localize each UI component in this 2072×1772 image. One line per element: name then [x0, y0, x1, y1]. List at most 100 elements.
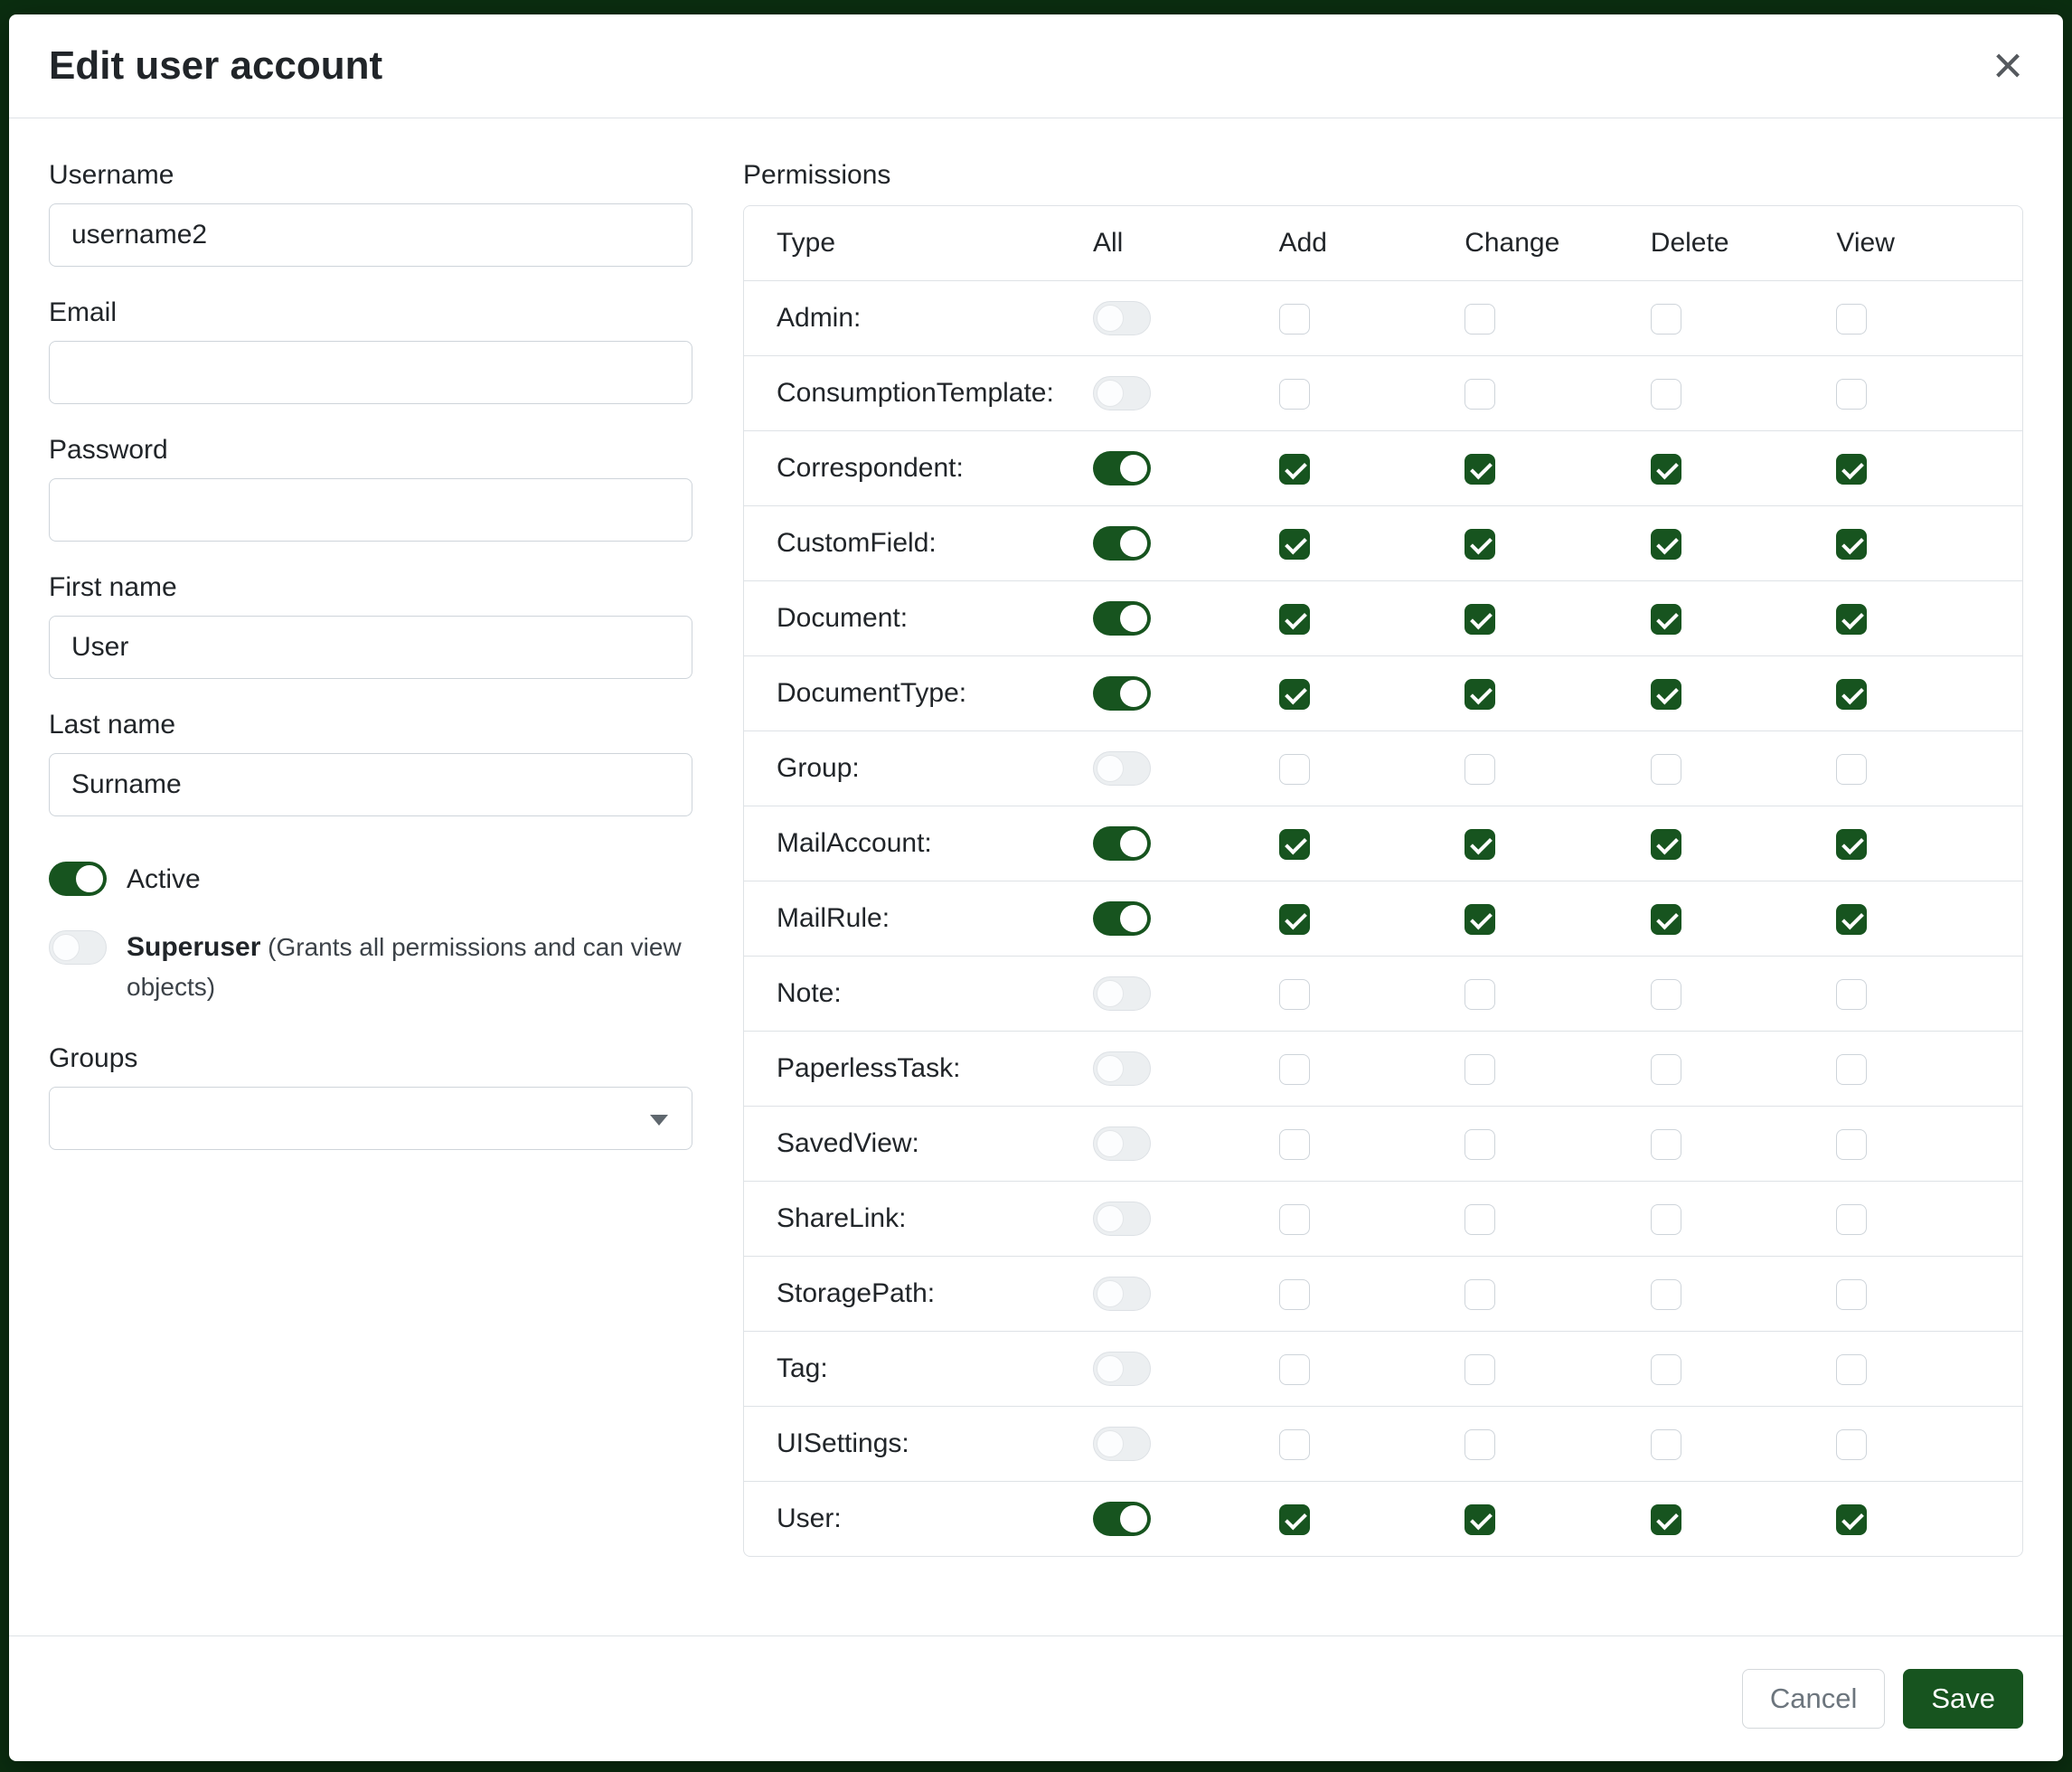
- permission-all-toggle[interactable]: [1093, 676, 1151, 711]
- permission-all-toggle[interactable]: [1093, 751, 1151, 786]
- permission-add-checkbox[interactable]: [1279, 1279, 1310, 1310]
- permission-all-toggle[interactable]: [1093, 1352, 1151, 1386]
- cancel-button[interactable]: Cancel: [1742, 1669, 1886, 1729]
- permission-view-checkbox[interactable]: [1836, 679, 1867, 710]
- password-field[interactable]: [49, 478, 692, 542]
- permission-delete-checkbox[interactable]: [1651, 604, 1681, 635]
- permission-all-toggle[interactable]: [1093, 376, 1151, 410]
- permission-change-checkbox[interactable]: [1465, 1204, 1495, 1235]
- permission-add-checkbox[interactable]: [1279, 679, 1310, 710]
- column-header-type: Type: [744, 206, 1093, 281]
- permission-delete-checkbox[interactable]: [1651, 1054, 1681, 1085]
- permission-all-toggle[interactable]: [1093, 1277, 1151, 1311]
- permission-view-checkbox[interactable]: [1836, 454, 1867, 485]
- superuser-toggle[interactable]: [49, 930, 107, 965]
- permission-delete-checkbox[interactable]: [1651, 979, 1681, 1010]
- email-field[interactable]: [49, 341, 692, 404]
- permission-add-checkbox[interactable]: [1279, 529, 1310, 560]
- permission-view-checkbox[interactable]: [1836, 529, 1867, 560]
- permission-change-checkbox[interactable]: [1465, 1279, 1495, 1310]
- permission-add-checkbox[interactable]: [1279, 979, 1310, 1010]
- permission-view-checkbox[interactable]: [1836, 604, 1867, 635]
- permission-view-checkbox[interactable]: [1836, 1054, 1867, 1085]
- permission-change-checkbox[interactable]: [1465, 1504, 1495, 1535]
- permission-change-checkbox[interactable]: [1465, 829, 1495, 860]
- permission-add-checkbox[interactable]: [1279, 454, 1310, 485]
- permission-delete-checkbox[interactable]: [1651, 304, 1681, 335]
- permission-view-checkbox[interactable]: [1836, 1354, 1867, 1385]
- permission-view-checkbox[interactable]: [1836, 379, 1867, 410]
- permission-delete-checkbox[interactable]: [1651, 529, 1681, 560]
- permission-add-checkbox[interactable]: [1279, 1054, 1310, 1085]
- permission-add-checkbox[interactable]: [1279, 904, 1310, 935]
- permission-delete-checkbox[interactable]: [1651, 1354, 1681, 1385]
- permission-all-toggle[interactable]: [1093, 1202, 1151, 1236]
- permission-all-toggle[interactable]: [1093, 1051, 1151, 1086]
- permission-delete-checkbox[interactable]: [1651, 1204, 1681, 1235]
- permission-all-toggle[interactable]: [1093, 526, 1151, 561]
- permission-add-checkbox[interactable]: [1279, 379, 1310, 410]
- permission-delete-checkbox[interactable]: [1651, 679, 1681, 710]
- permission-view-checkbox[interactable]: [1836, 304, 1867, 335]
- permission-delete-checkbox[interactable]: [1651, 1429, 1681, 1460]
- permission-add-checkbox[interactable]: [1279, 1354, 1310, 1385]
- last-name-field[interactable]: [49, 753, 692, 816]
- permission-view-checkbox[interactable]: [1836, 1279, 1867, 1310]
- username-input[interactable]: [49, 203, 692, 267]
- permission-change-checkbox[interactable]: [1465, 304, 1495, 335]
- permission-all-toggle[interactable]: [1093, 451, 1151, 485]
- permission-row: User:: [744, 1482, 2022, 1557]
- permission-view-checkbox[interactable]: [1836, 1129, 1867, 1160]
- close-icon[interactable]: ×: [1992, 45, 2023, 87]
- active-toggle[interactable]: [49, 862, 107, 896]
- permission-add-checkbox[interactable]: [1279, 1129, 1310, 1160]
- permission-change-checkbox[interactable]: [1465, 1354, 1495, 1385]
- permission-delete-checkbox[interactable]: [1651, 829, 1681, 860]
- permission-view-checkbox[interactable]: [1836, 829, 1867, 860]
- permission-delete-checkbox[interactable]: [1651, 1279, 1681, 1310]
- permission-change-checkbox[interactable]: [1465, 1129, 1495, 1160]
- permission-all-toggle[interactable]: [1093, 1427, 1151, 1461]
- permission-delete-checkbox[interactable]: [1651, 1504, 1681, 1535]
- permission-add-checkbox[interactable]: [1279, 304, 1310, 335]
- permission-add-checkbox[interactable]: [1279, 829, 1310, 860]
- permission-all-toggle[interactable]: [1093, 301, 1151, 335]
- permission-all-toggle[interactable]: [1093, 901, 1151, 936]
- permission-change-checkbox[interactable]: [1465, 604, 1495, 635]
- groups-select[interactable]: [49, 1087, 692, 1150]
- permission-change-checkbox[interactable]: [1465, 1054, 1495, 1085]
- save-button[interactable]: Save: [1903, 1669, 2023, 1729]
- permission-change-checkbox[interactable]: [1465, 904, 1495, 935]
- permission-change-checkbox[interactable]: [1465, 379, 1495, 410]
- permission-view-checkbox[interactable]: [1836, 1204, 1867, 1235]
- permission-change-checkbox[interactable]: [1465, 1429, 1495, 1460]
- permission-view-checkbox[interactable]: [1836, 904, 1867, 935]
- permission-change-checkbox[interactable]: [1465, 679, 1495, 710]
- permission-all-toggle[interactable]: [1093, 976, 1151, 1011]
- permission-add-checkbox[interactable]: [1279, 1204, 1310, 1235]
- permission-change-checkbox[interactable]: [1465, 979, 1495, 1010]
- permission-all-toggle[interactable]: [1093, 826, 1151, 861]
- permission-delete-checkbox[interactable]: [1651, 454, 1681, 485]
- permission-delete-checkbox[interactable]: [1651, 379, 1681, 410]
- first-name-field[interactable]: [49, 616, 692, 679]
- permission-delete-checkbox[interactable]: [1651, 754, 1681, 785]
- permission-change-checkbox[interactable]: [1465, 529, 1495, 560]
- permission-delete-checkbox[interactable]: [1651, 1129, 1681, 1160]
- permission-add-checkbox[interactable]: [1279, 1429, 1310, 1460]
- permission-view-checkbox[interactable]: [1836, 979, 1867, 1010]
- permission-view-checkbox[interactable]: [1836, 1504, 1867, 1535]
- permission-view-checkbox[interactable]: [1836, 1429, 1867, 1460]
- permission-change-checkbox[interactable]: [1465, 754, 1495, 785]
- permission-add-checkbox[interactable]: [1279, 604, 1310, 635]
- permission-all-toggle[interactable]: [1093, 1126, 1151, 1161]
- permission-all-toggle[interactable]: [1093, 1502, 1151, 1536]
- permission-change-checkbox[interactable]: [1465, 454, 1495, 485]
- permission-add-checkbox[interactable]: [1279, 1504, 1310, 1535]
- permission-all-toggle[interactable]: [1093, 601, 1151, 636]
- groups-label: Groups: [49, 1043, 692, 1074]
- permission-add-checkbox[interactable]: [1279, 754, 1310, 785]
- permission-view-checkbox[interactable]: [1836, 754, 1867, 785]
- permission-delete-checkbox[interactable]: [1651, 904, 1681, 935]
- permission-type-label: User:: [777, 1503, 842, 1533]
